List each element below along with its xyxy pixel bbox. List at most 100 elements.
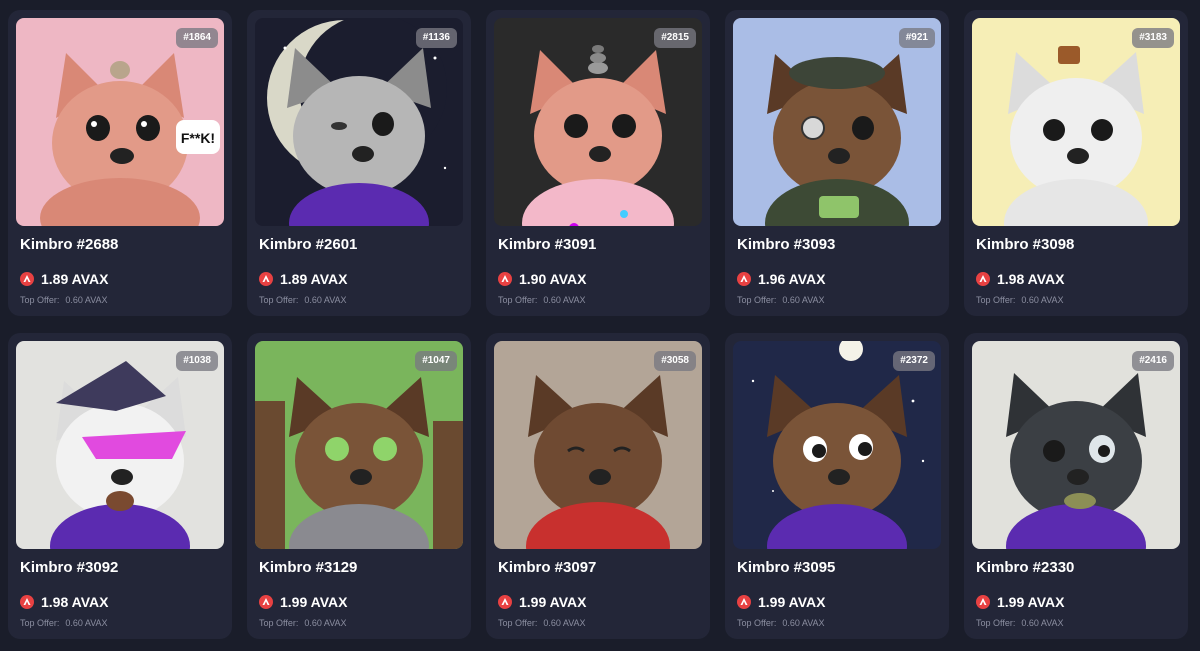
- nft-card[interactable]: F**K! #1864 Kimbro #2688 1.89 AVAX Top O…: [8, 10, 232, 316]
- nft-name[interactable]: Kimbro #3092: [20, 559, 118, 576]
- price-row: 1.89 AVAX: [20, 270, 108, 288]
- top-offer-value: 0.60 AVAX: [1021, 618, 1064, 628]
- nft-name[interactable]: Kimbro #3098: [976, 236, 1074, 253]
- price-row: 1.98 AVAX: [20, 593, 108, 611]
- nft-image[interactable]: #2372: [733, 341, 941, 549]
- nft-name[interactable]: Kimbro #2330: [976, 559, 1074, 576]
- nft-name[interactable]: Kimbro #2688: [20, 236, 118, 253]
- top-offer-label: Top Offer:: [976, 618, 1016, 628]
- nft-card[interactable]: #1136 Kimbro #2601 1.89 AVAX Top Offer: 0…: [247, 10, 471, 316]
- price-value: 1.99 AVAX: [280, 594, 348, 610]
- avax-icon: [737, 595, 751, 609]
- price-value: 1.98 AVAX: [41, 594, 109, 610]
- nft-name[interactable]: Kimbro #2601: [259, 236, 357, 253]
- rank-badge: #1038: [176, 351, 218, 371]
- nft-image[interactable]: #1136: [255, 18, 463, 226]
- rank-badge: #2416: [1132, 351, 1174, 371]
- price-row: 1.89 AVAX: [259, 270, 347, 288]
- avax-icon: [976, 272, 990, 286]
- top-offer: Top Offer: 0.60 AVAX: [259, 618, 347, 628]
- price-row: 1.99 AVAX: [498, 593, 586, 611]
- top-offer-value: 0.60 AVAX: [782, 295, 825, 305]
- top-offer: Top Offer: 0.60 AVAX: [498, 618, 586, 628]
- top-offer: Top Offer: 0.60 AVAX: [498, 295, 586, 305]
- nft-card[interactable]: #921 Kimbro #3093 1.96 AVAX Top Offer: 0.…: [725, 10, 949, 316]
- avax-icon: [20, 595, 34, 609]
- speech-bubble-text: F**K!: [181, 130, 215, 146]
- top-offer-label: Top Offer:: [976, 295, 1016, 305]
- nft-image[interactable]: #1047: [255, 341, 463, 549]
- avax-icon: [498, 595, 512, 609]
- top-offer-value: 0.60 AVAX: [543, 295, 586, 305]
- nft-card[interactable]: #3183 Kimbro #3098 1.98 AVAX Top Offer: 0…: [964, 10, 1188, 316]
- price-row: 1.90 AVAX: [498, 270, 586, 288]
- top-offer-label: Top Offer:: [259, 618, 299, 628]
- nft-card[interactable]: #2372 Kimbro #3095 1.99 AVAX Top Offer: 0…: [725, 333, 949, 639]
- top-offer: Top Offer: 0.60 AVAX: [976, 618, 1064, 628]
- nft-image[interactable]: #1038: [16, 341, 224, 549]
- price-value: 1.99 AVAX: [758, 594, 826, 610]
- nft-name[interactable]: Kimbro #3097: [498, 559, 596, 576]
- price-row: 1.99 AVAX: [976, 593, 1064, 611]
- top-offer: Top Offer: 0.60 AVAX: [259, 295, 347, 305]
- price-row: 1.99 AVAX: [737, 593, 825, 611]
- nft-card[interactable]: #1038 Kimbro #3092 1.98 AVAX Top Offer: 0…: [8, 333, 232, 639]
- top-offer: Top Offer: 0.60 AVAX: [737, 295, 825, 305]
- nft-card[interactable]: #3058 Kimbro #3097 1.99 AVAX Top Offer: 0…: [486, 333, 710, 639]
- rank-badge: #2372: [893, 351, 935, 371]
- rank-badge: #2815: [654, 28, 696, 48]
- nft-name[interactable]: Kimbro #3093: [737, 236, 835, 253]
- top-offer-label: Top Offer:: [737, 295, 777, 305]
- nft-name[interactable]: Kimbro #3129: [259, 559, 357, 576]
- top-offer: Top Offer: 0.60 AVAX: [976, 295, 1064, 305]
- price-value: 1.90 AVAX: [519, 271, 587, 287]
- price-value: 1.89 AVAX: [41, 271, 109, 287]
- rank-badge: #1864: [176, 28, 218, 48]
- avax-icon: [259, 272, 273, 286]
- nft-grid: F**K! #1864 Kimbro #2688 1.89 AVAX Top O…: [0, 0, 1200, 651]
- top-offer-value: 0.60 AVAX: [543, 618, 586, 628]
- price-row: 1.96 AVAX: [737, 270, 825, 288]
- price-row: 1.98 AVAX: [976, 270, 1064, 288]
- top-offer-value: 0.60 AVAX: [65, 295, 108, 305]
- top-offer-value: 0.60 AVAX: [1021, 295, 1064, 305]
- top-offer-value: 0.60 AVAX: [782, 618, 825, 628]
- rank-badge: #3183: [1132, 28, 1174, 48]
- nft-image[interactable]: #3183: [972, 18, 1180, 226]
- rank-badge: #1136: [415, 28, 457, 48]
- top-offer: Top Offer: 0.60 AVAX: [20, 295, 108, 305]
- nft-name[interactable]: Kimbro #3095: [737, 559, 835, 576]
- top-offer-label: Top Offer:: [20, 295, 60, 305]
- price-value: 1.99 AVAX: [519, 594, 587, 610]
- price-value: 1.96 AVAX: [758, 271, 826, 287]
- top-offer-label: Top Offer:: [737, 618, 777, 628]
- avax-icon: [976, 595, 990, 609]
- nft-image[interactable]: #3058: [494, 341, 702, 549]
- nft-image[interactable]: #2416: [972, 341, 1180, 549]
- top-offer: Top Offer: 0.60 AVAX: [737, 618, 825, 628]
- top-offer-value: 0.60 AVAX: [65, 618, 108, 628]
- nft-card[interactable]: #1047 Kimbro #3129 1.99 AVAX Top Offer: 0…: [247, 333, 471, 639]
- avax-icon: [20, 272, 34, 286]
- top-offer: Top Offer: 0.60 AVAX: [20, 618, 108, 628]
- nft-card[interactable]: #2815 Kimbro #3091 1.90 AVAX Top Offer: 0…: [486, 10, 710, 316]
- avax-icon: [498, 272, 512, 286]
- nft-image[interactable]: F**K! #1864: [16, 18, 224, 226]
- top-offer-label: Top Offer:: [498, 295, 538, 305]
- top-offer-value: 0.60 AVAX: [304, 618, 347, 628]
- top-offer-label: Top Offer:: [259, 295, 299, 305]
- avax-icon: [259, 595, 273, 609]
- price-row: 1.99 AVAX: [259, 593, 347, 611]
- top-offer-label: Top Offer:: [20, 618, 60, 628]
- nft-card[interactable]: #2416 Kimbro #2330 1.99 AVAX Top Offer: 0…: [964, 333, 1188, 639]
- rank-badge: #1047: [415, 351, 457, 371]
- nft-name[interactable]: Kimbro #3091: [498, 236, 596, 253]
- price-value: 1.98 AVAX: [997, 271, 1065, 287]
- price-value: 1.99 AVAX: [997, 594, 1065, 610]
- nft-image[interactable]: #2815: [494, 18, 702, 226]
- rank-badge: #921: [898, 28, 935, 48]
- nft-image[interactable]: #921: [733, 18, 941, 226]
- rank-badge: #3058: [654, 351, 696, 371]
- top-offer-label: Top Offer:: [498, 618, 538, 628]
- avax-icon: [737, 272, 751, 286]
